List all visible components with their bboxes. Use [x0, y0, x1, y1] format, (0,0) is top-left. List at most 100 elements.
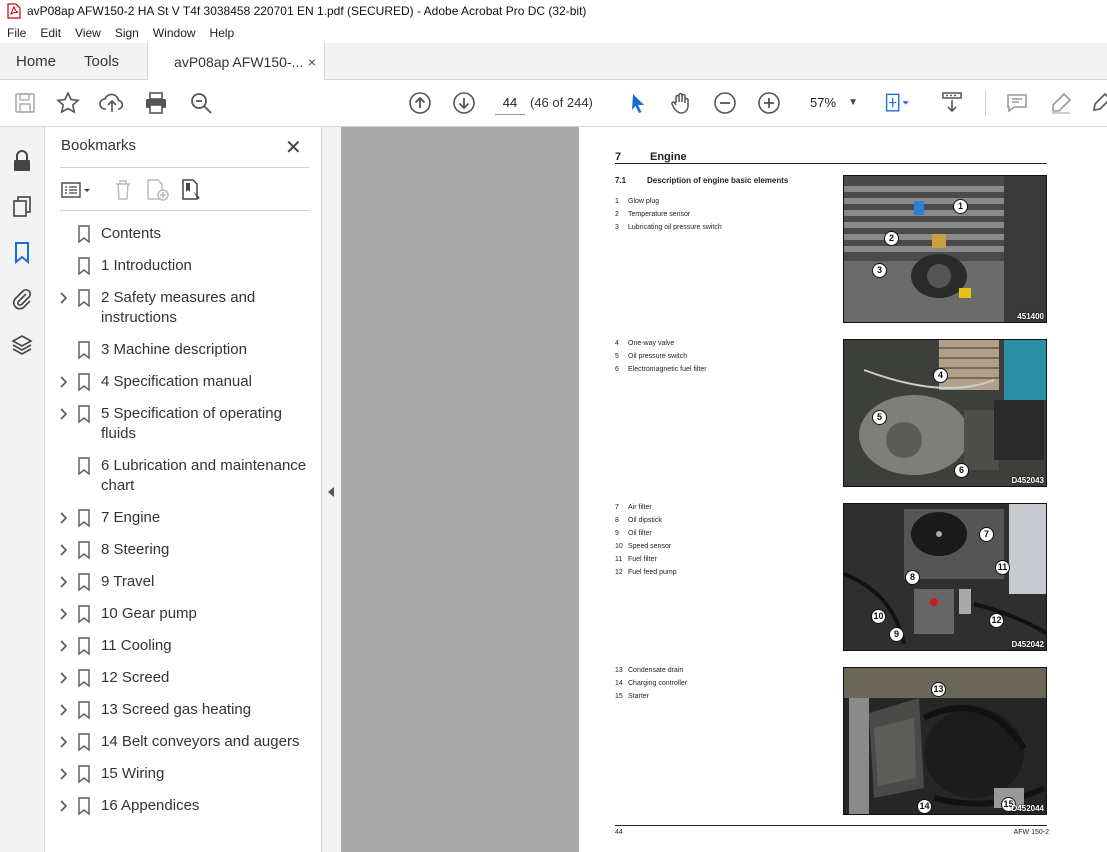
find-bookmark-icon[interactable]: [181, 177, 205, 203]
chevron-right-icon[interactable]: [59, 543, 69, 557]
scroll-mode-icon[interactable]: [939, 90, 965, 116]
attachments-paperclip-icon[interactable]: [10, 287, 34, 311]
draw-pen-icon[interactable]: [1088, 90, 1107, 116]
tab-close-icon[interactable]: ×: [308, 54, 316, 70]
layers-icon[interactable]: [10, 333, 34, 357]
bookmark-item[interactable]: 10 Gear pump: [45, 604, 322, 624]
upload-cloud-icon[interactable]: [99, 90, 125, 116]
chevron-right-icon[interactable]: [59, 575, 69, 589]
new-bookmark-icon[interactable]: [146, 177, 170, 203]
photo-code: D452042: [1011, 640, 1044, 649]
save-icon[interactable]: [12, 90, 38, 116]
chevron-right-icon[interactable]: [59, 607, 69, 621]
close-icon[interactable]: ✕: [285, 135, 302, 160]
callout: 1: [953, 199, 968, 214]
bookmark-item[interactable]: 14 Belt conveyors and augers: [45, 732, 322, 752]
legend-item: 10 Speed sensor: [615, 543, 672, 550]
callout: 13: [931, 682, 946, 697]
bookmark-label: 1 Introduction: [101, 257, 192, 274]
bookmark-flag-icon: [78, 637, 90, 656]
fit-page-icon[interactable]: [884, 90, 910, 116]
chevron-right-icon[interactable]: [59, 735, 69, 749]
bookmark-label: Contents: [101, 225, 162, 242]
tab-home[interactable]: Home: [0, 43, 72, 79]
bookmark-item[interactable]: 9 Travel: [45, 572, 322, 592]
bookmark-item[interactable]: 7 Engine: [45, 508, 322, 528]
bookmarks-panel: Bookmarks ✕ Contents 1 Introduction 2 Safe…: [45, 127, 322, 852]
legend-item: 5 Oil pressure switch: [615, 353, 688, 360]
bookmark-item[interactable]: 13 Screed gas heating: [45, 700, 322, 720]
zoom-in-icon[interactable]: [756, 90, 782, 116]
bookmark-item[interactable]: 11 Cooling: [45, 636, 322, 656]
print-icon[interactable]: [143, 90, 169, 116]
section-rule: [615, 163, 1047, 164]
callout: 7: [979, 527, 994, 542]
bookmark-item[interactable]: 16 Appendices: [45, 796, 322, 816]
bookmark-options-button[interactable]: [61, 177, 91, 203]
bookmark-item[interactable]: 8 Steering: [45, 540, 322, 560]
callout: 9: [889, 627, 904, 642]
bookmark-item[interactable]: 1 Introduction: [45, 256, 322, 276]
bookmark-label: 10 Gear pump: [101, 605, 197, 622]
page-number-input[interactable]: 44: [495, 91, 525, 115]
chevron-down-icon: ▼: [848, 97, 858, 108]
bookmark-item[interactable]: 4 Specification manual: [45, 372, 322, 392]
lock-icon[interactable]: [10, 149, 34, 173]
bookmark-flag-icon: [78, 573, 90, 592]
legend-item: 13 Condensate drain: [615, 667, 684, 674]
callout: 14: [917, 799, 932, 814]
menu-sign[interactable]: Sign: [108, 26, 146, 40]
chevron-right-icon[interactable]: [59, 511, 69, 525]
chevron-right-icon[interactable]: [59, 767, 69, 781]
chevron-right-icon[interactable]: [59, 375, 69, 389]
bookmark-label: 16 Appendices: [101, 797, 200, 814]
bookmark-flag-icon: [78, 225, 90, 244]
menu-window[interactable]: Window: [146, 26, 203, 40]
bookmark-label: 9 Travel: [101, 573, 155, 590]
star-icon[interactable]: [55, 90, 81, 116]
hand-tool-icon[interactable]: [668, 90, 694, 116]
menu-file[interactable]: File: [0, 26, 33, 40]
comment-icon[interactable]: [1004, 90, 1030, 116]
photo-code: D452044: [1011, 804, 1044, 813]
bookmark-item[interactable]: 2 Safety measures and instructions: [45, 288, 322, 328]
zoom-out-icon[interactable]: [712, 90, 738, 116]
bookmark-flag-icon: [78, 373, 90, 392]
bookmark-flag-icon: [78, 457, 90, 476]
collapse-left-icon[interactable]: [328, 487, 334, 497]
bookmark-item[interactable]: 12 Screed: [45, 668, 322, 688]
engine-photo: 13 14 15 D452044: [843, 667, 1047, 815]
chevron-right-icon[interactable]: [59, 639, 69, 653]
bookmarks-icon[interactable]: [10, 241, 34, 265]
bookmark-item[interactable]: Contents: [45, 224, 322, 244]
tab-document[interactable]: avP08ap AFW150-... ×: [147, 43, 326, 81]
bookmark-item[interactable]: 3 Machine description: [45, 340, 322, 360]
select-cursor-icon[interactable]: [625, 90, 651, 116]
chevron-right-icon[interactable]: [59, 799, 69, 813]
document-viewport[interactable]: 7 Engine 7.1 Description of engine basic…: [341, 127, 1107, 852]
chevron-right-icon[interactable]: [59, 671, 69, 685]
bookmark-label: 2 Safety measures and instructions: [101, 289, 256, 326]
bookmark-flag-icon: [78, 509, 90, 528]
legend-item: 14 Charging controller: [615, 680, 688, 687]
bookmark-item[interactable]: 6 Lubrication and maintenance chart: [45, 456, 322, 496]
delete-bookmark-icon[interactable]: [113, 177, 133, 203]
legend-list: 13 Condensate drain 14 Charging controller…: [615, 664, 687, 703]
tab-document-label: avP08ap AFW150-...: [174, 54, 304, 70]
menu-view[interactable]: View: [68, 26, 108, 40]
bookmark-item[interactable]: 15 Wiring: [45, 764, 322, 784]
zoom-search-icon[interactable]: [188, 90, 214, 116]
menu-help[interactable]: Help: [203, 26, 242, 40]
chevron-right-icon[interactable]: [59, 703, 69, 717]
chevron-right-icon[interactable]: [59, 407, 69, 421]
previous-page-icon[interactable]: [407, 90, 433, 116]
highlight-pen-icon[interactable]: [1048, 90, 1074, 116]
bookmark-item[interactable]: 5 Specification of operating fluids: [45, 404, 322, 444]
zoom-level-select[interactable]: 57% ▼: [798, 91, 864, 115]
callout: 4: [933, 368, 948, 383]
tab-tools[interactable]: Tools: [72, 43, 135, 79]
next-page-icon[interactable]: [451, 90, 477, 116]
chevron-right-icon[interactable]: [59, 291, 69, 305]
page-thumbnails-icon[interactable]: [10, 195, 34, 219]
menu-edit[interactable]: Edit: [33, 26, 68, 40]
